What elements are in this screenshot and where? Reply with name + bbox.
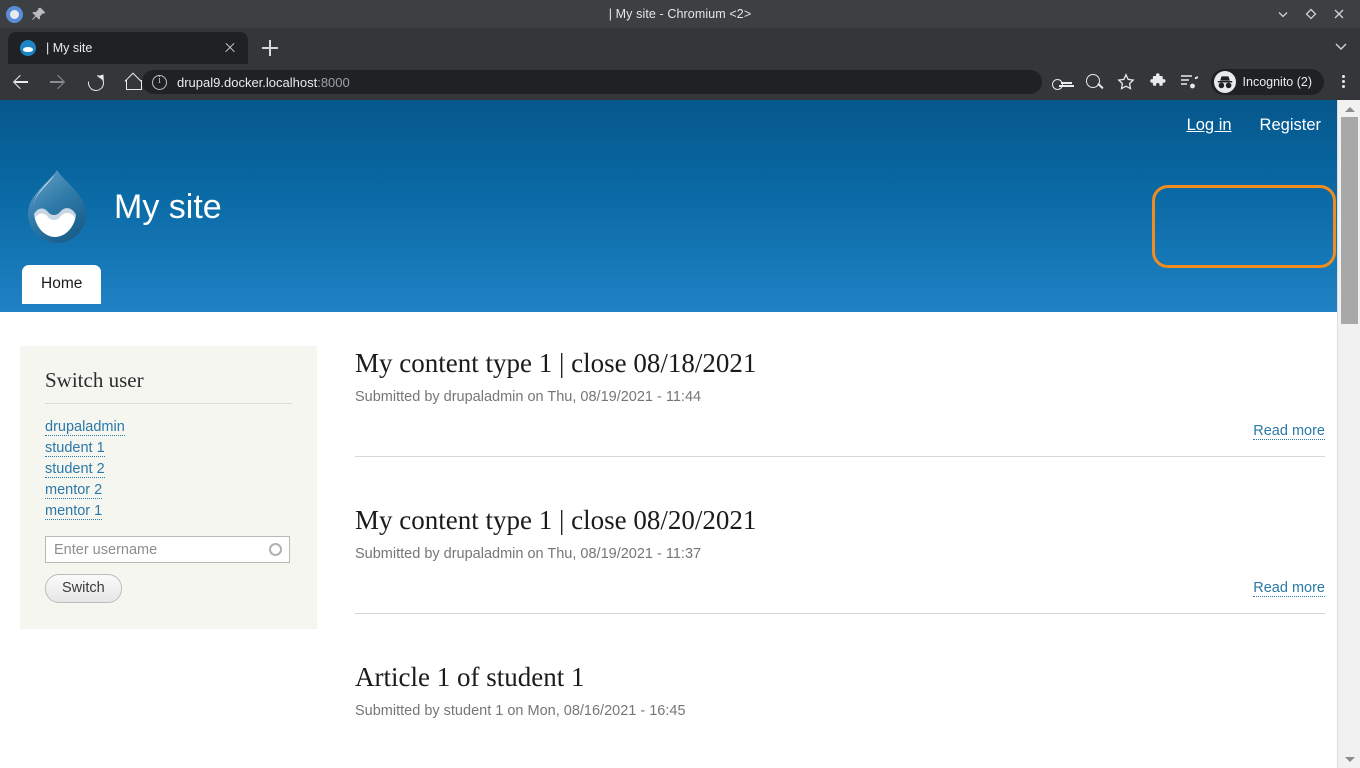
- chromium-app-icon: [6, 5, 23, 23]
- node-links: Read more: [355, 579, 1325, 597]
- pin-icon[interactable]: [31, 6, 47, 22]
- site-header: Log in Register My site Home: [0, 100, 1337, 312]
- switch-user-link-student-2[interactable]: student 2: [45, 461, 105, 478]
- chrome-menu-icon[interactable]: [1332, 69, 1354, 95]
- switch-user-link-drupaladmin[interactable]: drupaladmin: [45, 419, 125, 436]
- bookmark-star-icon[interactable]: [1113, 69, 1139, 95]
- close-tab-icon[interactable]: [222, 40, 238, 56]
- list-item: mentor 1: [45, 502, 292, 520]
- profile-label: Incognito (2): [1242, 75, 1312, 89]
- new-tab-button[interactable]: [256, 36, 284, 60]
- node-title: My content type 1 | close 08/18/2021: [355, 346, 1325, 380]
- window-maximize-icon[interactable]: [1304, 7, 1318, 21]
- username-input[interactable]: [45, 536, 290, 563]
- address-bar[interactable]: drupal9.docker.localhost:8000: [142, 70, 1042, 94]
- switch-user-list: drupaladmin student 1 student 2 mentor 2…: [45, 418, 292, 520]
- reload-icon[interactable]: [80, 67, 110, 97]
- sidebar-switch-user-block: Switch user drupaladmin student 1 studen…: [20, 346, 317, 629]
- scrollbar-thumb[interactable]: [1341, 117, 1358, 324]
- page-scrollbar[interactable]: [1337, 100, 1360, 768]
- list-item: student 1: [45, 439, 292, 457]
- node-title-link[interactable]: Article 1 of student 1: [355, 662, 584, 692]
- window-minimize-icon[interactable]: [1276, 7, 1290, 21]
- site-info-icon[interactable]: [152, 74, 167, 90]
- password-key-icon[interactable]: [1049, 69, 1075, 95]
- switch-button[interactable]: Switch: [45, 574, 122, 603]
- browser-tab[interactable]: | My site: [8, 32, 248, 64]
- tab-search-icon[interactable]: [1332, 37, 1350, 55]
- switch-user-link-mentor-1[interactable]: mentor 1: [45, 503, 103, 520]
- url-host: drupal9.docker.localhost: [177, 74, 318, 90]
- switch-user-link-student-1[interactable]: student 1: [45, 440, 105, 457]
- node-submitted: Submitted by drupaladmin on Thu, 08/19/2…: [355, 389, 702, 405]
- node-separator: [355, 613, 1325, 614]
- scroll-up-arrow-icon[interactable]: [1338, 100, 1360, 117]
- node-links: Read more: [355, 422, 1325, 440]
- username-field-wrapper: [45, 536, 290, 563]
- read-more-link[interactable]: Read more: [1253, 423, 1325, 440]
- user-account-menu: Log in Register: [1187, 116, 1321, 135]
- drupal-favicon: [20, 40, 36, 56]
- autocomplete-throbber-icon: [269, 543, 282, 556]
- node-submitted: Submitted by student 1 on Mon, 08/16/202…: [355, 703, 686, 719]
- node-title: Article 1 of student 1: [355, 660, 1325, 694]
- node-title-link[interactable]: My content type 1 | close 08/20/2021: [355, 505, 756, 535]
- window-title: | My site - Chromium <2>: [608, 7, 752, 21]
- url-port: :8000: [317, 74, 350, 90]
- browser-toolbar: drupal9.docker.localhost:8000: [0, 64, 1360, 100]
- site-branding[interactable]: My site: [22, 168, 222, 246]
- browser-tab-title: | My site: [46, 41, 93, 55]
- log-in-link[interactable]: Log in: [1187, 116, 1232, 135]
- incognito-icon: [1213, 71, 1236, 93]
- browser-tabstrip: | My site: [0, 28, 1360, 64]
- extensions-puzzle-icon[interactable]: [1145, 69, 1171, 95]
- node-teaser: My content type 1 | close 08/18/2021 Sub…: [355, 346, 1325, 457]
- media-control-icon[interactable]: [1177, 69, 1203, 95]
- node-separator: [355, 456, 1325, 457]
- profile-incognito-chip[interactable]: Incognito (2): [1210, 69, 1324, 95]
- zoom-icon[interactable]: [1081, 69, 1107, 95]
- scrollbar-track[interactable]: [1338, 117, 1360, 751]
- nav-tab-home[interactable]: Home: [22, 265, 102, 304]
- sidebar-divider: [45, 403, 292, 404]
- drupal-droplet-logo: [22, 168, 92, 246]
- list-item: drupaladmin: [45, 418, 292, 436]
- list-item: student 2: [45, 460, 292, 478]
- window-close-icon[interactable]: [1332, 7, 1346, 21]
- main-content: My content type 1 | close 08/18/2021 Sub…: [355, 346, 1325, 719]
- window-titlebar: | My site - Chromium <2>: [0, 0, 1360, 28]
- page-viewport: Log in Register My site Home Switch user…: [0, 100, 1360, 768]
- read-more-link[interactable]: Read more: [1253, 580, 1325, 597]
- node-title-link[interactable]: My content type 1 | close 08/18/2021: [355, 348, 756, 378]
- back-icon[interactable]: [6, 67, 36, 97]
- address-bar-url: drupal9.docker.localhost:8000: [177, 75, 350, 90]
- node-submitted: Submitted by drupaladmin on Thu, 08/19/2…: [355, 546, 702, 562]
- primary-navigation: Home: [22, 265, 102, 304]
- switch-user-link-mentor-2[interactable]: mentor 2: [45, 482, 103, 499]
- page-body: Switch user drupaladmin student 1 studen…: [0, 312, 1337, 768]
- node-title: My content type 1 | close 08/20/2021: [355, 503, 1325, 537]
- site-name: My site: [114, 187, 222, 226]
- sidebar-block-title: Switch user: [45, 368, 144, 392]
- node-teaser: My content type 1 | close 08/20/2021 Sub…: [355, 503, 1325, 614]
- forward-icon[interactable]: [42, 67, 72, 97]
- node-teaser: Article 1 of student 1 Submitted by stud…: [355, 660, 1325, 719]
- list-item: mentor 2: [45, 481, 292, 499]
- scroll-down-arrow-icon[interactable]: [1338, 751, 1360, 768]
- register-link[interactable]: Register: [1260, 116, 1321, 135]
